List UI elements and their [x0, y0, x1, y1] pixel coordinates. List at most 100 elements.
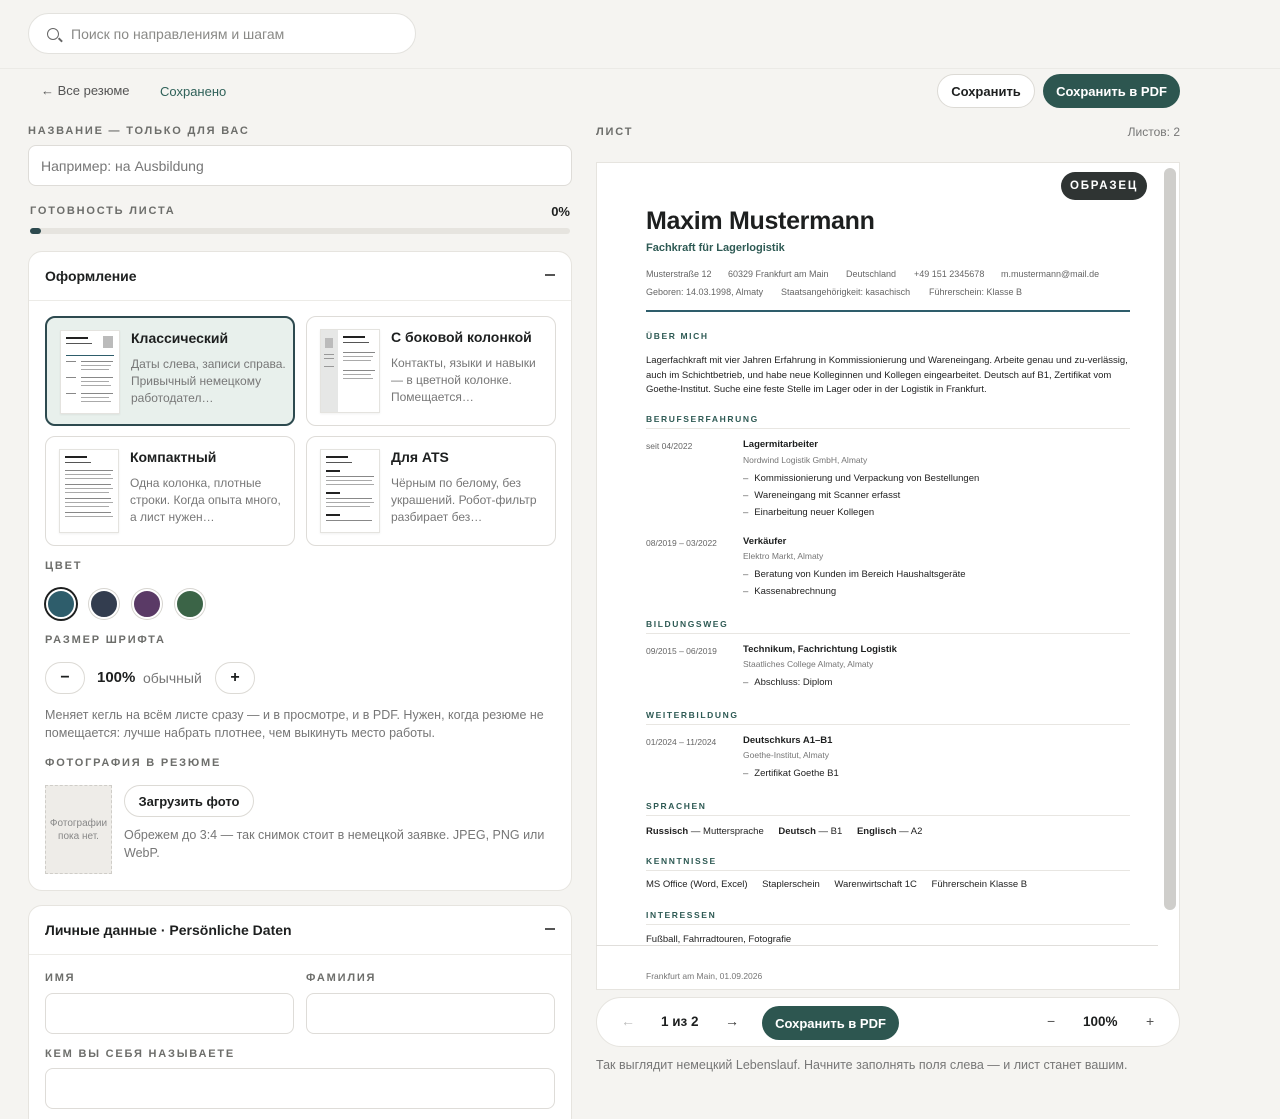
header-divider: [0, 68, 1280, 69]
skill-item: Staplerschein: [762, 879, 820, 890]
template-thumb-icon: [320, 329, 380, 413]
next-page-icon[interactable]: →: [725, 1013, 739, 1029]
about-text: Lagerfachkraft mit vier Jahren Erfahrung…: [646, 355, 1128, 395]
name-label: НАЗВАНИЕ — ТОЛЬКО ДЛЯ ВАС: [28, 125, 250, 137]
section-rule: [646, 870, 1130, 871]
entry-bullet: Wareneingang mit Scanner erfasst: [743, 490, 900, 501]
entry-date: 01/2024 – 11/2024: [646, 737, 717, 747]
readiness-label: ГОТОВНОСТЬ ЛИСТА: [30, 205, 176, 217]
meta-item: Führerschein: Klasse B: [929, 287, 1023, 297]
template-thumb-icon: [60, 330, 120, 414]
entry-date: 09/2015 – 06/2019: [646, 646, 717, 656]
template-desc: Контакты, языки и навыки — в цветной кол…: [391, 356, 536, 404]
resume-name: Maxim Mustermann: [646, 207, 875, 235]
section-heading: INTERESSEN: [646, 910, 717, 920]
collapse-icon[interactable]: [545, 928, 555, 930]
lang-name: Deutsch: [778, 826, 816, 837]
template-classic[interactable]: Классический Даты слева, записи справа. …: [45, 316, 295, 426]
section-rule: [646, 924, 1130, 925]
zoom-out-icon[interactable]: −: [1047, 1013, 1055, 1029]
photo-label: ФОТОГРАФИЯ В РЕЗЮМЕ: [45, 757, 222, 769]
back-link[interactable]: ← Все резюме: [41, 83, 130, 98]
header-rule: [646, 310, 1130, 312]
skill-item: Führerschein Klasse B: [931, 879, 1028, 890]
template-title: Компактный: [130, 449, 217, 465]
readiness-bar: [30, 228, 570, 234]
font-increase-button[interactable]: +: [215, 662, 255, 694]
section-rule: [646, 724, 1130, 725]
collapse-icon[interactable]: [545, 274, 555, 276]
search-input[interactable]: [71, 25, 391, 42]
lang-level: — A2: [899, 826, 923, 837]
photo-empty-text: Фотографии пока нет.: [49, 817, 108, 842]
zoom-in-icon[interactable]: +: [1146, 1013, 1154, 1029]
sheet-count: Листов: 2: [1127, 125, 1180, 139]
template-ats[interactable]: Для ATS Чёрным по белому, без украшений.…: [306, 436, 556, 546]
sheet-label: ЛИСТ: [596, 126, 634, 138]
section-heading: BERUFSERFAHRUNG: [646, 414, 759, 424]
languages-line: Russisch — Muttersprache Deutsch — B1 En…: [646, 825, 922, 840]
entry-title: Verkäufer: [743, 536, 787, 547]
upload-photo-button[interactable]: Загрузить фото: [124, 785, 254, 817]
sample-badge: ОБРАЗЕЦ: [1061, 172, 1147, 200]
search-bar[interactable]: [28, 13, 416, 54]
lang-name: Englisch: [856, 826, 897, 837]
entry-bullet: Beratung von Kunden im Bereich Haushalts…: [743, 569, 965, 580]
template-title: Классический: [131, 330, 229, 346]
entry-title: Deutschkurs A1–B1: [743, 735, 833, 746]
save-button[interactable]: Сохранить: [937, 74, 1035, 108]
color-swatch[interactable]: [89, 589, 119, 619]
skills-line: MS Office (Word, Excel) Staplerschein Wa…: [646, 878, 1027, 893]
prev-page-icon[interactable]: ←: [621, 1013, 635, 1029]
lang-name: Russisch: [646, 826, 689, 837]
section-rule: [646, 428, 1130, 429]
sheet-footer: Frankfurt am Main, 01.09.2026: [646, 971, 763, 981]
template-sidebar[interactable]: С боковой колонкой Контакты, языки и нав…: [306, 316, 556, 426]
page-break: [596, 945, 1158, 946]
template-compact[interactable]: Компактный Одна колонка, плотные строки.…: [45, 436, 295, 546]
template-title: Для ATS: [391, 449, 449, 465]
color-swatch[interactable]: [175, 589, 205, 619]
entry-company: Staatliches College Almaty, Almaty: [743, 659, 874, 669]
design-title: Оформление: [45, 268, 137, 284]
section-heading: ÜBER MICH: [646, 331, 709, 341]
entry-bullet: Abschluss: Diplom: [743, 677, 832, 688]
card-divider: [29, 954, 571, 955]
meta-item: Staatsangehörigkeit: kasachisch: [781, 287, 911, 297]
entry-date: 08/2019 – 03/2022: [646, 538, 717, 548]
preview-note: Так выглядит немецкий Lebenslauf. Начнит…: [596, 1058, 1128, 1072]
color-swatch[interactable]: [132, 589, 162, 619]
meta-item: 60329 Frankfurt am Main: [728, 269, 829, 279]
entry-company: Nordwind Logistik GmbH, Almaty: [743, 455, 868, 465]
resume-name-input[interactable]: Например: на Ausbildung: [28, 145, 572, 186]
section-heading: WEITERBILDUNG: [646, 710, 739, 720]
readiness-value: 0%: [551, 204, 570, 219]
last-name-field[interactable]: [306, 993, 555, 1034]
zoom-level: 100%: [1083, 1014, 1118, 1029]
meta-item: m.mustermann@mail.de: [1001, 269, 1100, 279]
toolbar-save-pdf-button[interactable]: Сохранить в PDF: [762, 1006, 899, 1040]
photo-placeholder: Фотографии пока нет.: [45, 785, 112, 874]
role-label: КЕМ ВЫ СЕБЯ НАЗЫВАЕТЕ: [45, 1048, 235, 1060]
template-title: С боковой колонкой: [391, 329, 532, 345]
section-rule: [646, 633, 1130, 634]
entry-bullet: Kommissionierung und Verpackung von Best…: [743, 473, 979, 484]
sheet-scrollbar[interactable]: [1164, 168, 1176, 910]
entry-bullet: Zertifikat Goethe B1: [743, 768, 838, 779]
meta-item: Musterstraße 12: [646, 269, 712, 279]
save-pdf-button[interactable]: Сохранить в PDF: [1043, 74, 1180, 108]
entry-title: Technikum, Fachrichtung Logistik: [743, 644, 897, 655]
last-name-label: ФАМИЛИЯ: [306, 972, 377, 984]
font-size-label: РАЗМЕР ШРИФТА: [45, 634, 166, 646]
template-desc: Чёрным по белому, без украшений. Робот-ф…: [391, 476, 537, 524]
font-size-hint: Меняет кегль на всём листе сразу — и в п…: [45, 708, 544, 740]
card-divider: [29, 300, 571, 301]
template-thumb-icon: [59, 449, 119, 533]
entry-bullet: Einarbeitung neuer Kollegen: [743, 507, 874, 518]
font-decrease-button[interactable]: −: [45, 662, 85, 694]
color-swatch[interactable]: [46, 589, 76, 619]
role-field[interactable]: [45, 1068, 555, 1109]
search-icon: [47, 27, 59, 40]
first-name-field[interactable]: [45, 993, 294, 1034]
contact-line: Musterstraße 12 60329 Frankfurt am Main …: [646, 269, 1146, 281]
